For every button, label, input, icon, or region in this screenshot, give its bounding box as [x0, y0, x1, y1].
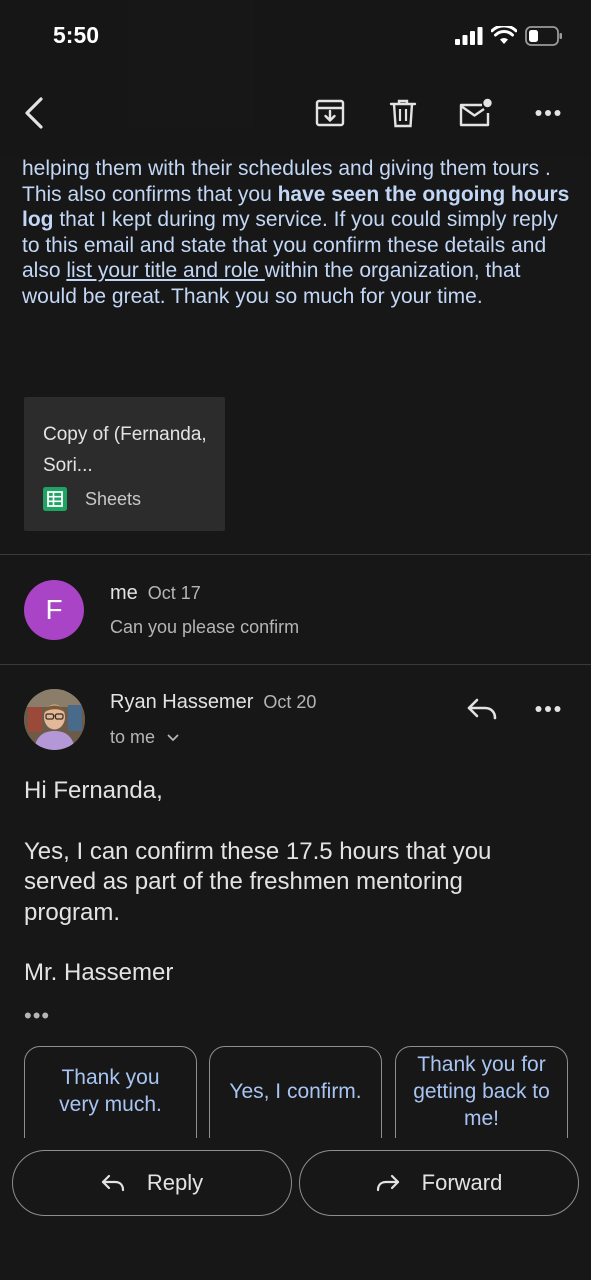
greeting: Hi Fernanda,: [24, 777, 163, 804]
message-sender: me Oct 17: [110, 582, 201, 605]
delete-button[interactable]: [381, 90, 425, 136]
more-horizontal-icon: [535, 706, 561, 712]
chevron-down-icon: [167, 734, 179, 741]
message-body: Hi Fernanda, Yes, I can confirm these 17…: [24, 776, 564, 1019]
recipient-details-toggle[interactable]: to me: [110, 727, 179, 748]
reply-label: Reply: [146, 1170, 204, 1195]
sender-name: me: [110, 582, 138, 604]
forward-button[interactable]: Forward: [299, 1150, 579, 1216]
reply-button[interactable]: Reply: [12, 1150, 292, 1216]
message-date: Oct 17: [147, 583, 201, 603]
smart-reply-row: Thank you very much. Yes, I confirm. Tha…: [24, 1046, 569, 1138]
message-more-button[interactable]: [526, 689, 570, 729]
signature: Mr. Hassemer: [24, 959, 174, 986]
recipient-label: to me: [110, 727, 156, 747]
status-time: 5:50: [53, 22, 100, 48]
body-underlined-text: list your title and role: [66, 259, 265, 282]
more-options-button[interactable]: [526, 90, 570, 136]
message-date: Oct 20: [263, 692, 317, 712]
wifi-icon: [491, 26, 517, 44]
avatar: F: [24, 580, 84, 640]
message-toolbar: [0, 90, 591, 140]
archive-icon: [315, 99, 345, 127]
message-sender: Ryan Hassemer Oct 20: [110, 691, 316, 714]
back-button[interactable]: [12, 90, 56, 136]
smart-reply-chip[interactable]: Thank you for getting back to me!: [395, 1046, 568, 1138]
google-sheets-icon: [43, 487, 67, 511]
attachment-type-label: Sheets: [85, 488, 142, 509]
attachment-card[interactable]: Copy of (Fernanda, Sori... Sheets: [24, 397, 225, 531]
attachment-name: Copy of (Fernanda, Sori...: [43, 424, 207, 476]
attachment-type: Sheets: [43, 487, 141, 511]
cellular-signal-icon: [455, 27, 483, 45]
message-snippet: Can you please confirm: [110, 617, 300, 637]
battery-icon: [525, 26, 562, 46]
reply-icon: [101, 1174, 124, 1192]
show-quoted-text-button[interactable]: •••: [24, 1003, 50, 1029]
more-horizontal-icon: [535, 110, 561, 116]
forward-label: Forward: [421, 1170, 503, 1195]
archive-button[interactable]: [308, 90, 352, 136]
back-arrow-icon: [25, 97, 43, 129]
email-body: helping them with their schedules and gi…: [22, 156, 574, 309]
smart-reply-chip[interactable]: Thank you very much.: [24, 1046, 197, 1138]
trash-icon: [389, 99, 417, 128]
smart-reply-chip[interactable]: Yes, I confirm.: [209, 1046, 382, 1138]
profile-photo: [24, 689, 85, 750]
sender-name: Ryan Hassemer: [110, 691, 254, 713]
mail-unread-icon: [459, 98, 492, 127]
collapsed-message[interactable]: F me Oct 17 Can you please confirm: [0, 555, 591, 664]
body-paragraph: Yes, I can confirm these 17.5 hours that…: [24, 837, 492, 926]
reply-icon-button[interactable]: [460, 689, 504, 729]
divider: [0, 664, 591, 665]
reply-icon: [467, 698, 497, 720]
mark-unread-button[interactable]: [453, 90, 497, 136]
forward-icon: [376, 1174, 399, 1192]
avatar[interactable]: [24, 689, 85, 750]
status-icons: [455, 26, 563, 46]
